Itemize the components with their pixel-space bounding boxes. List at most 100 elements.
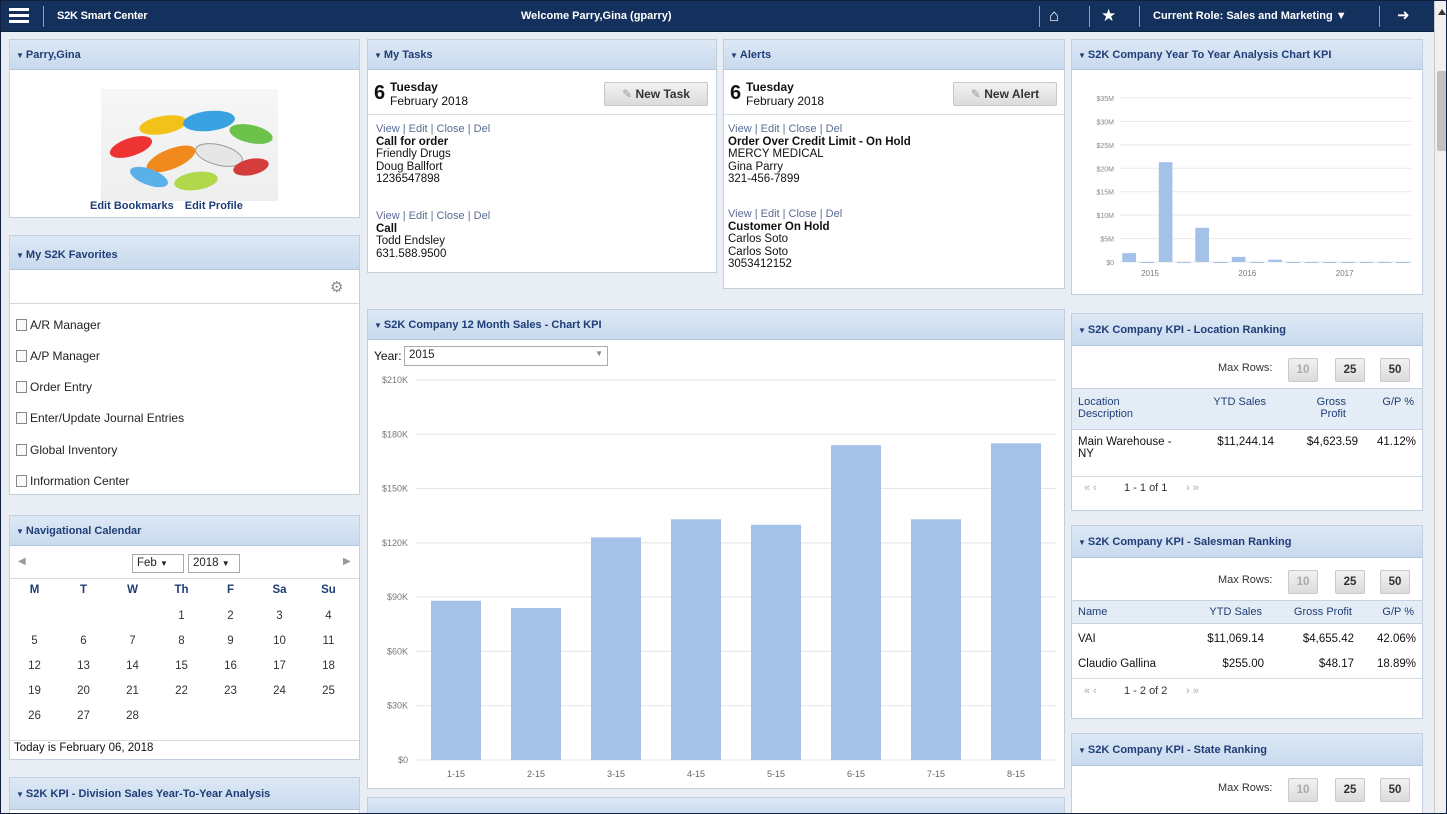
- favorites-panel-header[interactable]: ▼ My S2K Favorites: [10, 236, 359, 270]
- calendar-day[interactable]: 26: [10, 710, 59, 722]
- collapse-icon[interactable]: ▼: [374, 51, 382, 60]
- salesman-ranking-header[interactable]: ▼ S2K Company KPI - Salesman Ranking: [1072, 526, 1422, 558]
- col-location[interactable]: Location Description: [1078, 396, 1158, 420]
- calendar-day[interactable]: 16: [206, 660, 255, 672]
- calendar-day[interactable]: 27: [59, 710, 108, 722]
- collapse-icon[interactable]: ▼: [1078, 538, 1086, 547]
- max-rows-50-button[interactable]: 50: [1380, 358, 1410, 382]
- favorite-order-entry[interactable]: Order Entry: [16, 380, 92, 394]
- year-select[interactable]: 2018 ▼: [188, 554, 240, 573]
- max-rows-25-button[interactable]: 25: [1335, 358, 1365, 382]
- max-rows-10-button[interactable]: 10: [1288, 778, 1318, 802]
- home-icon[interactable]: ⌂: [1049, 6, 1059, 26]
- prev-month-icon[interactable]: ◀: [18, 556, 26, 567]
- calendar-day[interactable]: 18: [304, 660, 353, 672]
- page-scrollbar[interactable]: [1434, 1, 1446, 813]
- pager-prev-icon[interactable]: « ‹: [1084, 482, 1097, 494]
- location-ranking-header[interactable]: ▼ S2K Company KPI - Location Ranking: [1072, 314, 1422, 346]
- collapse-icon[interactable]: ▼: [16, 251, 24, 260]
- calendar-day[interactable]: 23: [206, 685, 255, 697]
- gear-icon[interactable]: ⚙: [330, 278, 343, 296]
- calendar-day[interactable]: 24: [255, 685, 304, 697]
- col-gross-profit[interactable]: Gross Profit: [1272, 606, 1352, 618]
- calendar-day[interactable]: 10: [255, 635, 304, 647]
- new-alert-button[interactable]: ✎ New Alert: [953, 82, 1057, 106]
- new-task-button[interactable]: ✎ New Task: [604, 82, 708, 106]
- calendar-day[interactable]: 8: [157, 635, 206, 647]
- alert-actions[interactable]: View | Edit | Close | Del: [728, 123, 842, 135]
- pager-prev-icon[interactable]: « ‹: [1084, 685, 1097, 697]
- collapse-icon[interactable]: ▼: [16, 527, 24, 536]
- calendar-day[interactable]: 13: [59, 660, 108, 672]
- calendar-day[interactable]: 5: [10, 635, 59, 647]
- max-rows-25-button[interactable]: 25: [1335, 778, 1365, 802]
- state-ranking-header[interactable]: ▼ S2K Company KPI - State Ranking: [1072, 734, 1422, 766]
- max-rows-25-button[interactable]: 25: [1335, 570, 1365, 594]
- edit-bookmarks-link[interactable]: Edit Bookmarks: [90, 200, 174, 212]
- favorite-journal-entries[interactable]: Enter/Update Journal Entries: [16, 411, 184, 425]
- gross-profit-cell: $4,655.42: [1302, 633, 1354, 645]
- calendar-day[interactable]: 6: [59, 635, 108, 647]
- calendar-day[interactable]: 25: [304, 685, 353, 697]
- task-actions[interactable]: View | Edit | Close | Del: [376, 123, 490, 135]
- pager-next-icon[interactable]: › »: [1186, 685, 1199, 697]
- col-name[interactable]: Name: [1078, 606, 1107, 618]
- alerts-panel-header[interactable]: ▼ Alerts: [724, 40, 1064, 70]
- calendar-day[interactable]: 9: [206, 635, 255, 647]
- collapse-icon[interactable]: ▼: [16, 51, 24, 60]
- profile-panel-header[interactable]: ▼ Parry,Gina: [10, 40, 359, 70]
- favorite-ar-manager[interactable]: A/R Manager: [16, 318, 101, 332]
- favorite-information-center[interactable]: Information Center: [16, 474, 129, 488]
- col-ytd-sales[interactable]: YTD Sales: [1196, 606, 1262, 618]
- collapse-icon[interactable]: ▼: [730, 51, 738, 60]
- max-rows-50-button[interactable]: 50: [1380, 778, 1410, 802]
- calendar-day[interactable]: 17: [255, 660, 304, 672]
- calendar-day[interactable]: 22: [157, 685, 206, 697]
- calendar-day[interactable]: 12: [10, 660, 59, 672]
- favorite-global-inventory[interactable]: Global Inventory: [16, 443, 117, 457]
- calendar-day[interactable]: 20: [59, 685, 108, 697]
- collapse-icon[interactable]: ▼: [1078, 746, 1086, 755]
- role-selector[interactable]: Current Role: Sales and Marketing ▼: [1153, 10, 1347, 22]
- task-actions[interactable]: View | Edit | Close | Del: [376, 210, 490, 222]
- star-icon[interactable]: ★: [1101, 6, 1116, 26]
- calendar-day[interactable]: 28: [108, 710, 157, 722]
- col-gp-pct[interactable]: G/P %: [1370, 606, 1414, 618]
- calendar-day[interactable]: 11: [304, 635, 353, 647]
- pager-next-icon[interactable]: › »: [1186, 482, 1199, 494]
- scroll-thumb[interactable]: [1437, 71, 1446, 151]
- calendar-day[interactable]: 1: [157, 610, 206, 622]
- scroll-up-icon[interactable]: [1438, 9, 1446, 15]
- calendar-day[interactable]: 7: [108, 635, 157, 647]
- calendar-panel-header[interactable]: ▼ Navigational Calendar: [10, 516, 359, 546]
- collapse-icon[interactable]: ▼: [1078, 326, 1086, 335]
- favorite-ap-manager[interactable]: A/P Manager: [16, 349, 100, 363]
- max-rows-50-button[interactable]: 50: [1380, 570, 1410, 594]
- max-rows-10-button[interactable]: 10: [1288, 358, 1318, 382]
- tasks-panel-header[interactable]: ▼ My Tasks: [368, 40, 716, 70]
- calendar-day[interactable]: 14: [108, 660, 157, 672]
- month-select[interactable]: Feb ▼: [132, 554, 184, 573]
- alert-actions[interactable]: View | Edit | Close | Del: [728, 208, 842, 220]
- col-ytd-sales[interactable]: YTD Sales: [1212, 396, 1266, 408]
- edit-profile-link[interactable]: Edit Profile: [185, 200, 243, 212]
- calendar-day[interactable]: 4: [304, 610, 353, 622]
- collapse-icon[interactable]: ▼: [374, 321, 382, 330]
- col-gross-profit[interactable]: Gross Profit: [1290, 396, 1346, 420]
- calendar-day[interactable]: 21: [108, 685, 157, 697]
- calendar-day[interactable]: 2: [206, 610, 255, 622]
- sales-chart-header[interactable]: ▼ S2K Company 12 Month Sales - Chart KPI: [368, 310, 1064, 340]
- logout-icon[interactable]: ➜: [1397, 6, 1410, 26]
- calendar-day[interactable]: 19: [10, 685, 59, 697]
- collapse-icon[interactable]: ▼: [1078, 51, 1086, 60]
- calendar-day[interactable]: 3: [255, 610, 304, 622]
- year-dropdown[interactable]: 2015 ▼: [404, 346, 608, 366]
- division-kpi-header[interactable]: ▼ S2K KPI - Division Sales Year-To-Year A…: [10, 778, 359, 810]
- next-month-icon[interactable]: ▶: [343, 556, 351, 567]
- hamburger-menu-icon[interactable]: [9, 8, 29, 24]
- yty-chart-header[interactable]: ▼ S2K Company Year To Year Analysis Chart…: [1072, 40, 1422, 70]
- col-gp-pct[interactable]: G/P %: [1374, 396, 1414, 408]
- collapse-icon[interactable]: ▼: [16, 790, 24, 799]
- calendar-day[interactable]: 15: [157, 660, 206, 672]
- max-rows-10-button[interactable]: 10: [1288, 570, 1318, 594]
